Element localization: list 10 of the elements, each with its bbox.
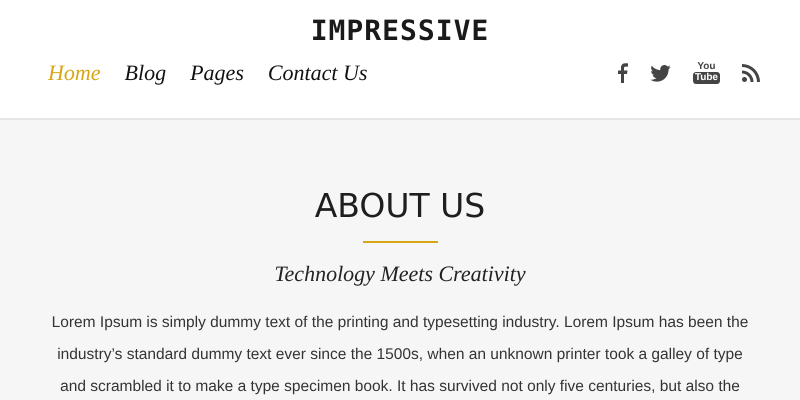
nav-link[interactable]: Blog <box>124 60 166 86</box>
site-logo[interactable]: IMPRESSIVE <box>310 14 490 47</box>
rss-icon[interactable] <box>742 64 760 82</box>
section-subtitle: Technology Meets Creativity <box>273 261 527 287</box>
nav-link[interactable]: Pages <box>190 60 244 86</box>
bird-icon[interactable] <box>650 64 671 82</box>
nav-link[interactable]: Contact Us <box>268 60 368 86</box>
section-title: ABOUT US <box>314 186 486 226</box>
facebook-icon[interactable] <box>616 63 628 83</box>
paragraph: Lorem Ipsum is simply dummy text of the printing and typesetting industry. Lorem Ipsum has been the industry’s standard dummy text ever since the 1500s, when an unknown printer took a galley of type and scrambled it to make a type specimen book. It has survived not only five centuries, but also the <box>52 313 748 397</box>
